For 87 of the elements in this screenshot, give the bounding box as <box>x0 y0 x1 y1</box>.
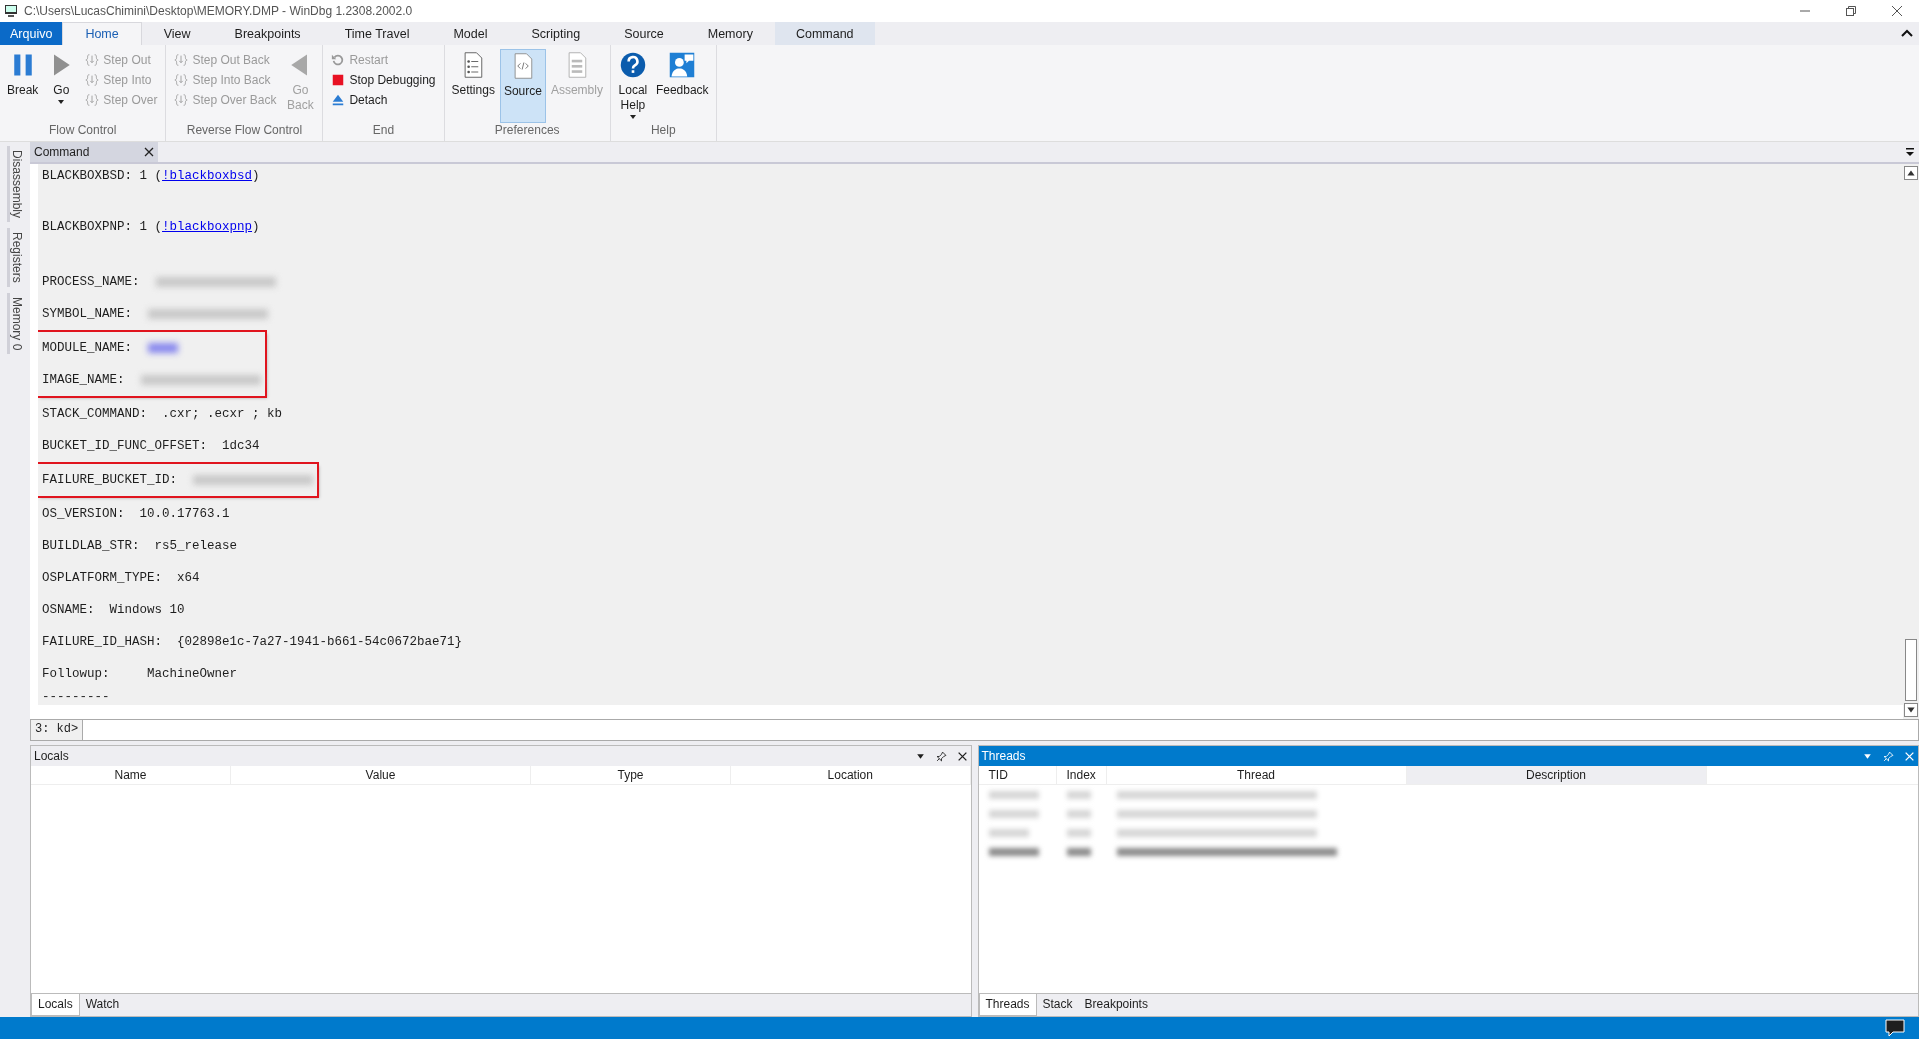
ribbon-tab[interactable]: Time Travel <box>322 22 432 45</box>
stepoutback-icon <box>174 53 189 67</box>
app-icon <box>4 4 18 18</box>
panel-tab[interactable]: Watch <box>79 994 126 1016</box>
output-line: Followup: MachineOwner <box>42 666 239 683</box>
output-line: BUCKET_ID_FUNC_OFFSET: 1dc34 <box>42 438 261 455</box>
ribbon-tab[interactable]: Source <box>602 22 686 45</box>
pin-icon[interactable] <box>935 750 947 762</box>
stepoverback-icon <box>174 93 189 107</box>
output-line: BLACKBOXBSD: 1 (!blackboxbsd) <box>42 168 261 185</box>
output-line: SYMBOL_NAME: <box>42 306 132 323</box>
ribbon-button[interactable]: Source <box>499 49 546 123</box>
restart-icon <box>331 53 346 67</box>
close-icon[interactable] <box>1891 5 1903 17</box>
ribbon-button[interactable]: Feedback <box>652 49 712 123</box>
column-header[interactable]: Value <box>231 766 531 784</box>
stop-icon <box>331 73 346 87</box>
output-line: FAILURE_BUCKET_ID: <box>42 472 178 489</box>
output-line: OS_VERSION: 10.0.17763.1 <box>42 506 231 523</box>
group-label: Preferences <box>493 123 561 139</box>
ribbon-tab[interactable]: Memory <box>685 22 775 45</box>
column-header[interactable]: Description <box>1406 766 1707 784</box>
caret-icon <box>58 100 65 104</box>
output-line: MODULE_NAME: <box>42 340 132 357</box>
eject-icon <box>331 93 346 107</box>
ribbon-button[interactable]: Go <box>43 49 80 123</box>
restore-icon[interactable] <box>1845 5 1857 17</box>
close-icon[interactable] <box>144 147 154 157</box>
redacted-value <box>148 343 178 353</box>
side-tab[interactable]: Memory 0 <box>6 292 24 355</box>
ribbon-tab[interactable]: Model <box>431 22 510 45</box>
group-label: End <box>371 123 396 139</box>
ribbon-tab[interactable]: Home <box>62 22 142 45</box>
help-icon <box>618 51 647 79</box>
panel-title: Locals <box>34 749 69 763</box>
stepinto-icon <box>85 73 100 87</box>
output-line: BLACKBOXPNP: 1 (!blackboxpnp) <box>42 219 261 236</box>
panel-tab[interactable]: Stack <box>1036 994 1079 1016</box>
caret-icon <box>629 115 636 119</box>
stepover-icon <box>85 93 100 107</box>
ribbon-button[interactable]: Break <box>4 49 42 123</box>
output-line: STACK_COMMAND: .cxr; .ecxr ; kb <box>42 406 283 423</box>
ribbon-button[interactable]: Local Help <box>614 49 651 123</box>
output-line: PROCESS_NAME: <box>42 274 140 291</box>
ribbon-button[interactable]: Settings <box>448 49 498 123</box>
ribbon-tab[interactable]: Command <box>774 22 875 45</box>
column-header[interactable]: Thread <box>1106 766 1407 784</box>
stepintoback-icon <box>174 73 189 87</box>
ribbon-tab[interactable]: Breakpoints <box>212 22 323 45</box>
column-header[interactable]: Index <box>1056 766 1107 784</box>
output-line: IMAGE_NAME: <box>42 372 125 389</box>
close-icon[interactable] <box>956 750 968 762</box>
side-tab[interactable]: Disassembly <box>6 146 24 222</box>
panel-tab[interactable]: Locals <box>31 994 80 1016</box>
scroll-thumb[interactable] <box>1905 639 1917 701</box>
output-line: OSPLATFORM_TYPE: x64 <box>42 570 201 587</box>
group-label: Flow Control <box>48 123 118 139</box>
ribbon-tab[interactable]: Arquivo <box>0 22 63 45</box>
column-header[interactable]: Location <box>731 766 971 784</box>
scroll-up-icon[interactable] <box>1904 166 1918 180</box>
output-line: FAILURE_ID_HASH: {02898e1c-7a27-1941-b661-54c0672bae71} <box>42 634 463 651</box>
command-link[interactable]: !blackboxpnp <box>162 220 253 234</box>
output-line: --------- <box>42 690 111 704</box>
overflow-icon[interactable] <box>1905 147 1915 157</box>
ribbon-button[interactable]: Detach <box>331 91 436 109</box>
scroll-down-icon[interactable] <box>1904 703 1918 717</box>
feedback-icon <box>668 51 697 79</box>
window-title: C:\Users\LucasChimini\Desktop\MEMORY.DMP - WinDbg 1.2308.2002.0 <box>24 4 413 18</box>
ribbon-tab[interactable]: Scripting <box>509 22 603 45</box>
command-link[interactable]: !blackboxbsd <box>162 169 253 183</box>
stepout-icon <box>85 53 100 67</box>
column-header[interactable]: Name <box>31 766 231 784</box>
output-line: OSNAME: Windows 10 <box>42 602 186 619</box>
ribbon-tab[interactable]: View <box>141 22 213 45</box>
chat-icon[interactable] <box>1885 1019 1905 1037</box>
document-tab[interactable]: Command <box>30 142 158 162</box>
collapse-ribbon-icon[interactable] <box>1901 29 1913 37</box>
panel-tab[interactable]: Breakpoints <box>1078 994 1154 1016</box>
group-label: Help <box>649 123 677 139</box>
column-header[interactable]: Type <box>531 766 731 784</box>
group-label: Reverse Flow Control <box>185 123 304 139</box>
column-header[interactable]: TID <box>978 766 1057 784</box>
panel-title: Threads <box>981 749 1026 763</box>
output-line: BUILDLAB_STR: rs5_release <box>42 538 239 555</box>
panel-tab[interactable]: Threads <box>978 994 1037 1016</box>
ribbon-button[interactable]: Stop Debugging <box>331 71 436 89</box>
side-tab[interactable]: Registers <box>6 228 24 287</box>
